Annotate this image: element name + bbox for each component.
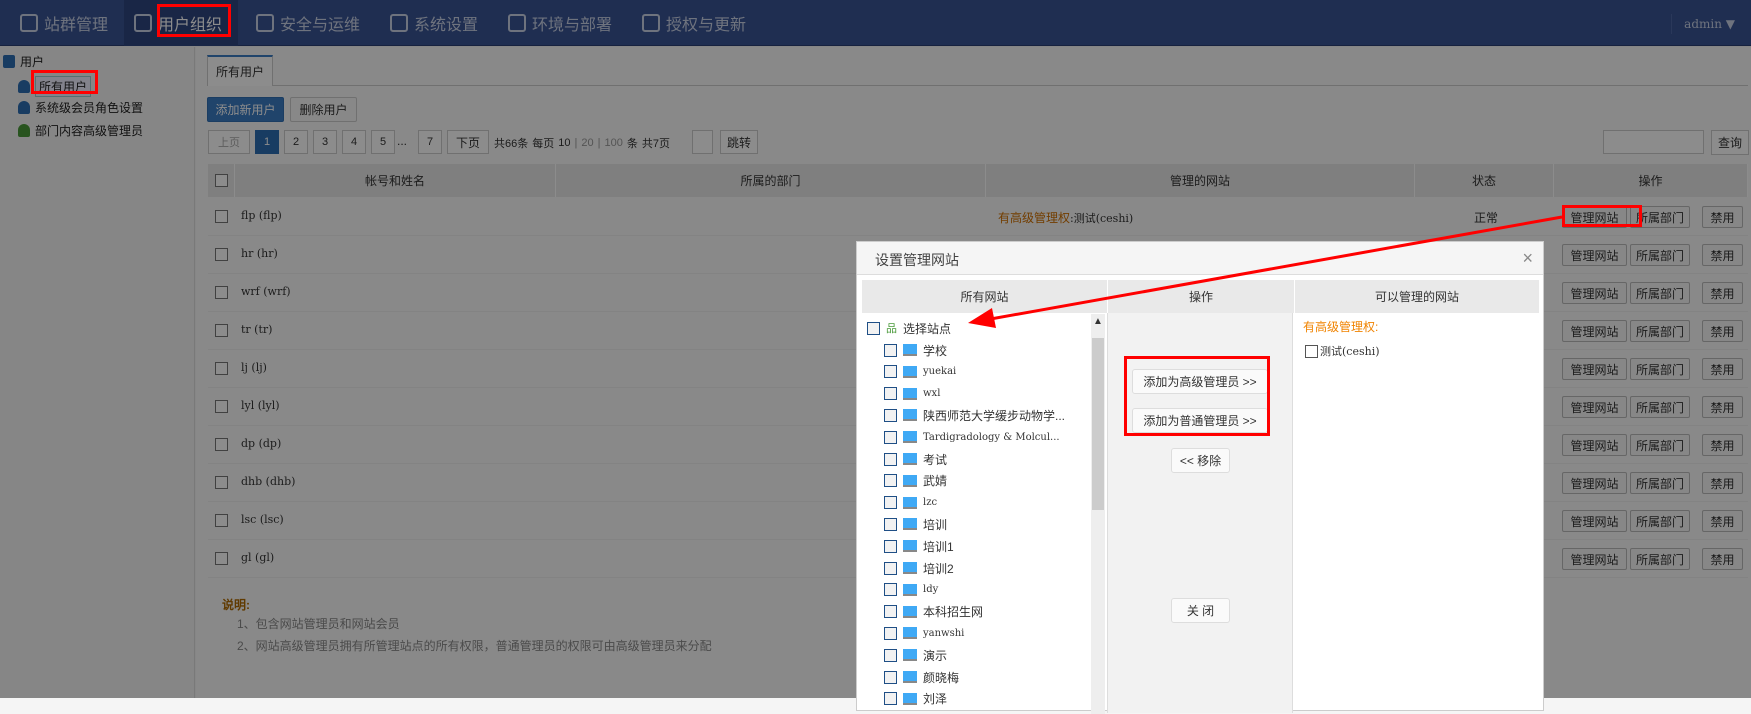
annotation-arrow <box>968 215 1563 328</box>
arrow-line <box>984 215 1563 322</box>
arrow-head <box>968 308 996 328</box>
